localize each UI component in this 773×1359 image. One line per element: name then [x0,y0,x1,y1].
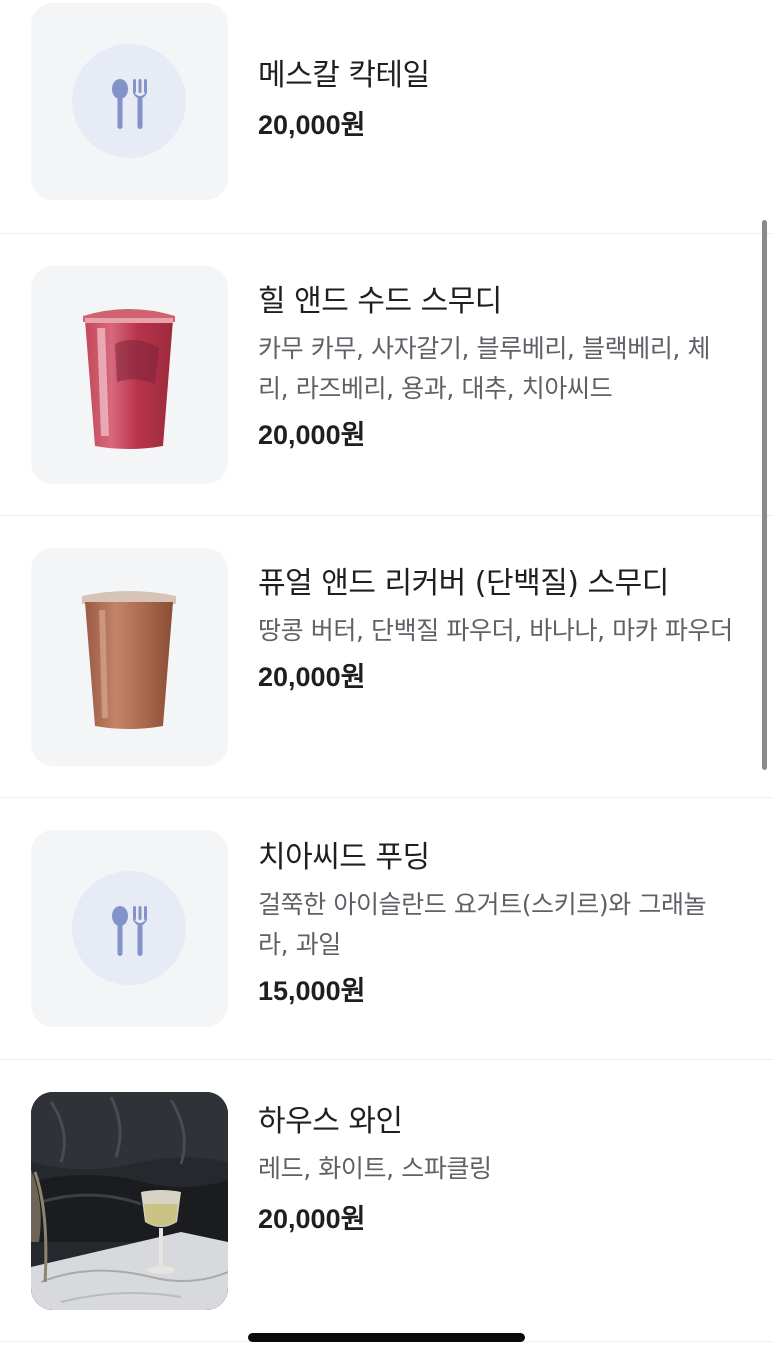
utensils-placeholder-icon [112,79,147,129]
menu-item-name: 메스칼 칵테일 [258,58,430,93]
menu-item-info: 힐 앤드 수드 스무디 카무 카무, 사자갈기, 블루베리, 블랙베리, 체리,… [258,283,733,453]
home-indicator[interactable] [248,1333,525,1342]
menu-item-info: 치아씨드 푸딩 걸쭉한 아이슬란드 요거트(스키르)와 그래놀라, 과일 15,… [258,839,733,1009]
utensils-placeholder-icon [112,906,147,956]
protein-smoothie-cup [82,591,176,729]
menu-item-mezcal-cocktail[interactable]: 메스칼 칵테일 20,000원 [0,0,773,234]
menu-item-description: 땅콩 버터, 단백질 파우더, 바나나, 마카 파우더 [258,616,733,645]
menu-item-info: 하우스 와인 레드, 화이트, 스파클링 20,000원 [258,1103,733,1237]
menu-item-image-placeholder [31,3,228,200]
menu-item-chia-seed-pudding[interactable]: 치아씨드 푸딩 걸쭉한 아이슬란드 요거트(스키르)와 그래놀라, 과일 15,… [0,798,773,1060]
menu-item-description: 레드, 화이트, 스파클링 [258,1154,492,1183]
menu-screen: 메스칼 칵테일 20,000원 힐 앤드 수드 스무디 카무 카무, 사자갈기,… [0,0,773,1359]
menu-list: 메스칼 칵테일 20,000원 힐 앤드 수드 스무디 카무 카무, 사자갈기,… [0,0,773,1342]
menu-item-info: 퓨얼 앤드 리커버 (단백질) 스무디 땅콩 버터, 단백질 파우더, 바나나,… [258,565,733,695]
menu-item-price: 20,000원 [258,420,366,450]
menu-item-price: 20,000원 [258,662,366,692]
menu-item-info: 메스칼 칵테일 20,000원 [258,57,733,143]
menu-item-price: 20,000원 [258,110,366,140]
menu-item-house-wine[interactable]: 하우스 와인 레드, 화이트, 스파클링 20,000원 [0,1060,773,1342]
menu-item-image [31,1092,228,1310]
scrollbar[interactable] [762,220,767,770]
menu-item-price: 20,000원 [258,1204,366,1234]
wine-glass-photo [31,1092,228,1310]
berry-smoothie-cup [83,309,175,449]
menu-item-name: 퓨얼 앤드 리커버 (단백질) 스무디 [258,566,669,601]
menu-item-name: 하우스 와인 [258,1104,403,1139]
menu-item-description: 걸쭉한 아이슬란드 요거트(스키르)와 그래놀라, 과일 [258,890,707,959]
menu-item-price: 15,000원 [258,976,366,1006]
menu-item-fuel-and-recover-smoothie[interactable]: 퓨얼 앤드 리커버 (단백질) 스무디 땅콩 버터, 단백질 파우더, 바나나,… [0,516,773,798]
menu-item-image-placeholder [31,830,228,1027]
menu-item-image [31,266,228,484]
menu-item-description: 카무 카무, 사자갈기, 블루베리, 블랙베리, 체리, 라즈베리, 용과, 대… [258,334,711,403]
menu-item-name: 힐 앤드 수드 스무디 [258,284,502,319]
menu-item-image [31,548,228,766]
menu-item-name: 치아씨드 푸딩 [258,840,430,875]
menu-item-heal-and-soothe-smoothie[interactable]: 힐 앤드 수드 스무디 카무 카무, 사자갈기, 블루베리, 블랙베리, 체리,… [0,234,773,516]
